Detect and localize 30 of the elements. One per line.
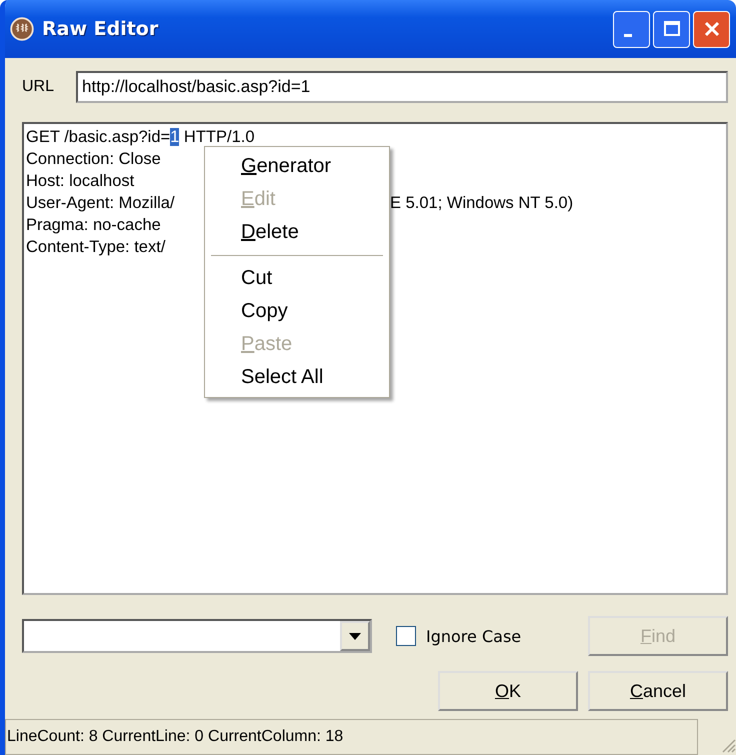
resize-grip-icon: [720, 737, 736, 753]
search-combo-box[interactable]: [22, 619, 372, 653]
url-label: URL: [22, 78, 54, 96]
checkbox[interactable]: [396, 626, 416, 646]
maximize-button[interactable]: [653, 10, 690, 48]
editor-line: User-Agent: Mozilla/: [26, 194, 175, 212]
editor-line: Host: localhost: [26, 172, 134, 190]
dialog-button[interactable]: Cancel: [588, 671, 728, 711]
close-button[interactable]: [693, 10, 730, 48]
menu-item[interactable]: Select All: [205, 361, 389, 394]
minimize-icon: [624, 34, 632, 36]
editor-line: GET /basic.asp?id=: [26, 128, 170, 146]
dialog-button[interactable]: OK: [438, 671, 578, 711]
dropdown-arrow-icon: [349, 632, 361, 640]
editor-line: Connection: Close: [26, 150, 161, 168]
menu-item[interactable]: Copy: [205, 295, 389, 328]
menu-item[interactable]: Generator: [205, 150, 389, 183]
editor-line: Content-Type: text/: [26, 238, 166, 256]
url-field[interactable]: http://localhost/basic.asp?id=1: [76, 71, 728, 103]
ignore-case-label: Ignore Case: [426, 626, 522, 646]
menu-item[interactable]: Cut: [205, 262, 389, 295]
window-title: Raw Editor: [42, 18, 160, 40]
editor-line: Pragma: no-cache: [26, 216, 161, 234]
status-bar: LineCount: 8 CurrentLine: 0 CurrentColumn: 18: [5, 719, 698, 755]
menu-item[interactable]: Delete: [205, 216, 389, 249]
minimize-button[interactable]: [613, 10, 650, 48]
editor-line: HTTP/1.0: [182, 128, 255, 146]
selected-text: 1: [170, 128, 180, 146]
app-icon: [10, 17, 34, 41]
editor-line: E 5.01; Windows NT 5.0): [390, 193, 574, 214]
